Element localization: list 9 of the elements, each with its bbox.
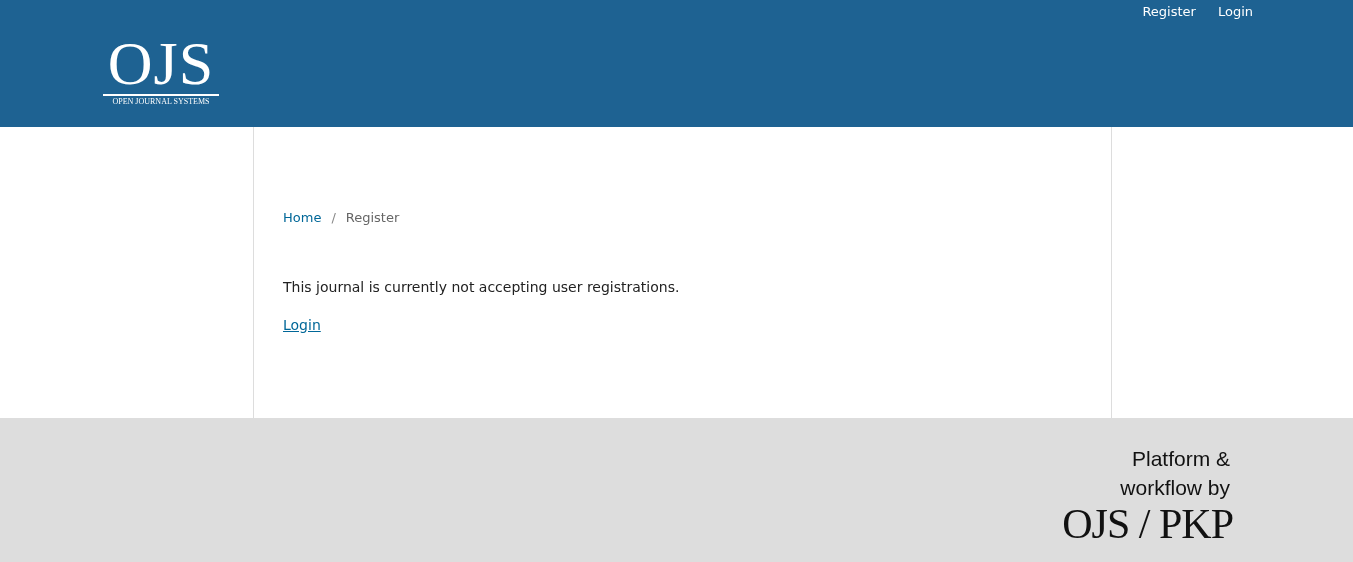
pkp-brand-link[interactable]: Platform & workflow by OJS / PKP xyxy=(1062,444,1233,546)
breadcrumb-link[interactable]: Home xyxy=(283,209,322,227)
login-link[interactable]: Login xyxy=(283,307,321,343)
site-logo[interactable]: OJS OPEN JOURNAL SYSTEMS xyxy=(103,36,219,108)
user-nav-link[interactable]: Login xyxy=(1217,4,1253,20)
user-nav-link[interactable]: Register xyxy=(1142,4,1196,20)
breadcrumb-current: Register xyxy=(345,209,400,227)
breadcrumb-separator: / xyxy=(331,209,336,227)
message-text: This journal is currently not accepting user registrations. xyxy=(283,278,681,297)
